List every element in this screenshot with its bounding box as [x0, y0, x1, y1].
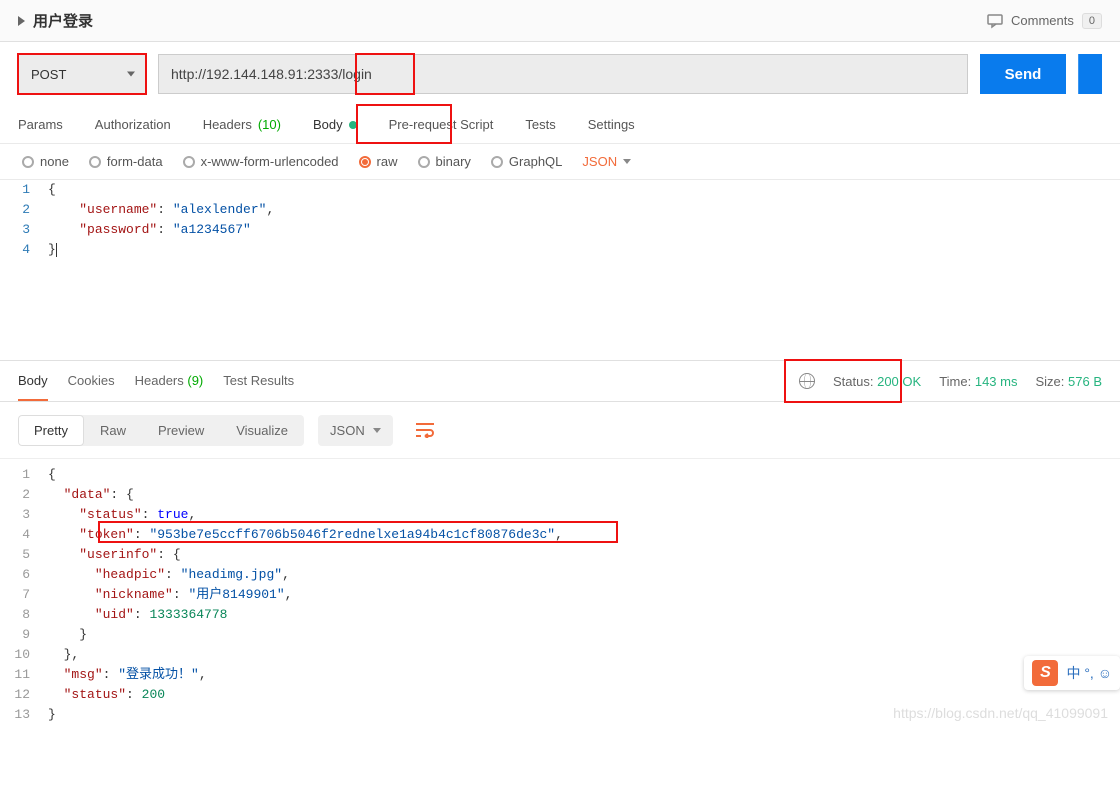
comments-count: 0 [1082, 13, 1102, 29]
content-type-label: JSON [582, 154, 617, 169]
http-method-value: POST [31, 67, 66, 82]
body-type-none[interactable]: none [22, 154, 69, 169]
response-tabs: Body Cookies Headers (9) Test Results [18, 361, 294, 401]
status-group[interactable]: Status: 200 OK [833, 374, 921, 389]
response-format-select[interactable]: JSON [318, 415, 393, 446]
resp-tab-body[interactable]: Body [18, 361, 48, 401]
chevron-down-icon [373, 428, 381, 433]
radio-checked-icon [359, 156, 371, 168]
tab-params[interactable]: Params [18, 106, 63, 143]
send-label: Send [1005, 66, 1042, 83]
comments-label: Comments [1011, 13, 1074, 28]
body-type-raw[interactable]: raw [359, 154, 398, 169]
ime-indicator[interactable]: S 中 °, ☺ [1024, 656, 1120, 690]
request-header-bar: 用户登录 Comments 0 [0, 0, 1120, 42]
body-type-graphql[interactable]: GraphQL [491, 154, 562, 169]
radio-icon [183, 156, 195, 168]
tab-headers[interactable]: Headers (10) [203, 106, 281, 143]
request-bar: POST http://192.144.148.91:2333/login Se… [0, 42, 1120, 106]
view-raw[interactable]: Raw [84, 415, 142, 446]
resp-tab-tests[interactable]: Test Results [223, 361, 294, 401]
tab-body-label: Body [313, 117, 343, 132]
radio-icon [418, 156, 430, 168]
view-preview[interactable]: Preview [142, 415, 220, 446]
time-group[interactable]: Time: 143 ms [939, 374, 1017, 389]
url-value: http://192.144.148.91:2333/login [171, 66, 372, 82]
size-group[interactable]: Size: 576 B [1035, 374, 1102, 389]
send-button[interactable]: Send [980, 54, 1066, 94]
view-visualize[interactable]: Visualize [220, 415, 304, 446]
view-pretty[interactable]: Pretty [18, 415, 84, 446]
comments-button[interactable]: Comments 0 [987, 13, 1102, 29]
body-type-row: none form-data x-www-form-urlencoded raw… [0, 144, 1120, 180]
tab-headers-label: Headers [203, 117, 252, 132]
response-body-viewer[interactable]: 1{ 2 "data": { 3 "status": true, 4 "toke… [0, 459, 1120, 725]
body-type-binary[interactable]: binary [418, 154, 471, 169]
body-type-formdata[interactable]: form-data [89, 154, 163, 169]
request-title-text: 用户登录 [33, 10, 93, 31]
response-header: Body Cookies Headers (9) Test Results St… [0, 360, 1120, 402]
radio-icon [89, 156, 101, 168]
sogou-icon: S [1032, 660, 1058, 686]
response-view-bar: Pretty Raw Preview Visualize JSON [0, 402, 1120, 459]
tab-body[interactable]: Body [313, 106, 357, 143]
body-modified-dot-icon [349, 121, 357, 129]
resp-tab-headers[interactable]: Headers (9) [135, 361, 204, 401]
watermark: https://blog.csdn.net/qq_41099091 [893, 705, 1108, 721]
request-title[interactable]: 用户登录 [18, 10, 93, 31]
resp-tab-cookies[interactable]: Cookies [68, 361, 115, 401]
tab-authorization[interactable]: Authorization [95, 106, 171, 143]
comment-icon [987, 13, 1003, 29]
request-body-editor[interactable]: 1{ 2 "username": "alexlender", 3 "passwo… [0, 180, 1120, 260]
body-type-xwww[interactable]: x-www-form-urlencoded [183, 154, 339, 169]
wrap-lines-button[interactable] [407, 414, 443, 446]
content-type-select[interactable]: JSON [582, 154, 631, 169]
tab-headers-count: (10) [258, 117, 281, 132]
tab-prerequest[interactable]: Pre-request Script [389, 106, 494, 143]
request-tabs: Params Authorization Headers (10) Body P… [0, 106, 1120, 144]
send-dropdown[interactable] [1078, 54, 1102, 94]
ime-text: 中 °, ☺ [1066, 663, 1112, 683]
radio-icon [491, 156, 503, 168]
url-input[interactable]: http://192.144.148.91:2333/login [158, 54, 968, 94]
chevron-down-icon [623, 159, 631, 164]
collapse-icon [18, 16, 25, 26]
tab-tests[interactable]: Tests [525, 106, 555, 143]
view-mode-group: Pretty Raw Preview Visualize [18, 415, 304, 446]
http-method-select[interactable]: POST [18, 54, 146, 94]
response-meta: Status: 200 OK Time: 143 ms Size: 576 B [799, 373, 1102, 389]
radio-icon [22, 156, 34, 168]
globe-icon[interactable] [799, 373, 815, 389]
tab-settings[interactable]: Settings [588, 106, 635, 143]
